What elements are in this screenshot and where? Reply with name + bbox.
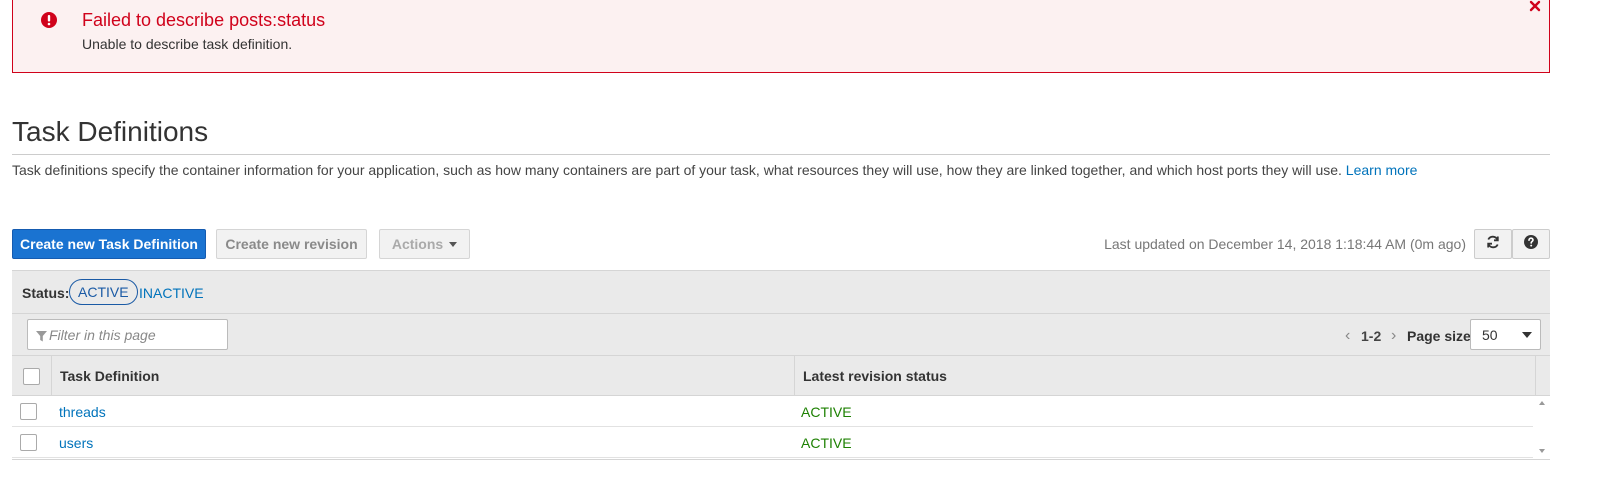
page-size-label: Page size [1407, 328, 1471, 344]
filter-box[interactable] [27, 319, 228, 350]
alert-title: Failed to describe posts:status [82, 10, 326, 30]
refresh-button[interactable] [1474, 229, 1512, 259]
table-scrollbar[interactable] [1536, 396, 1550, 458]
close-icon[interactable] [1529, 0, 1541, 12]
task-definition-link[interactable]: users [59, 435, 93, 451]
last-updated-text: Last updated on December 14, 2018 1:18:4… [1104, 236, 1466, 252]
task-definition-link[interactable]: threads [59, 404, 106, 420]
page-size-value: 50 [1482, 327, 1498, 343]
description-text: Task definitions specify the container i… [12, 162, 1342, 178]
alert-message: Unable to describe task definition. [82, 36, 293, 52]
learn-more-link[interactable]: Learn more [1346, 162, 1418, 178]
filter-icon [36, 329, 47, 342]
table-bottom-divider [12, 459, 1550, 460]
create-task-definition-button[interactable]: Create new Task Definition [12, 229, 206, 259]
row-checkbox[interactable] [20, 434, 37, 451]
page-description: Task definitions specify the container i… [12, 162, 1417, 178]
refresh-icon [1486, 235, 1500, 254]
revision-status: ACTIVE [801, 435, 852, 451]
table-header: Task Definition Latest revision status [12, 356, 1550, 396]
revision-status: ACTIVE [801, 404, 852, 420]
page-range: 1-2 [1361, 328, 1382, 344]
select-all-checkbox[interactable] [23, 367, 40, 385]
chevron-right-icon[interactable]: › [1391, 327, 1396, 345]
caret-down-icon [1522, 332, 1532, 338]
filter-input[interactable] [49, 320, 224, 349]
column-header-latest-revision-status[interactable]: Latest revision status [795, 356, 1536, 396]
error-icon [41, 12, 57, 28]
help-button[interactable] [1512, 229, 1550, 259]
page-title: Task Definitions [12, 116, 209, 147]
row-checkbox[interactable] [20, 403, 37, 420]
actions-dropdown-button[interactable]: Actions [379, 229, 470, 259]
column-header-task-definition[interactable]: Task Definition [52, 356, 795, 396]
help-icon [1524, 234, 1538, 254]
chevron-left-icon[interactable]: ‹ [1345, 327, 1350, 345]
page-size-select[interactable]: 50 [1470, 319, 1541, 350]
caret-down-icon [449, 241, 458, 247]
task-definitions-panel: Status: ACTIVE INACTIVE ‹ 1-2 › Page siz… [12, 270, 1550, 460]
status-filter-bar: Status: ACTIVE INACTIVE [12, 271, 1550, 314]
header-checkbox-cell [12, 356, 52, 396]
error-alert: Failed to describe posts:status Unable t… [12, 0, 1550, 73]
table-row: users ACTIVE [12, 427, 1533, 458]
actions-label: Actions [391, 236, 444, 252]
status-label: Status: [22, 285, 70, 301]
table-row: threads ACTIVE [12, 396, 1533, 427]
title-divider [12, 154, 1550, 155]
status-active-toggle[interactable]: ACTIVE [69, 279, 138, 305]
scroll-down-icon[interactable] [1539, 449, 1545, 453]
status-inactive-toggle[interactable]: INACTIVE [139, 285, 204, 301]
scroll-up-icon[interactable] [1539, 401, 1545, 405]
create-new-revision-button[interactable]: Create new revision [216, 229, 367, 259]
filter-bar: ‹ 1-2 › Page size 50 [12, 314, 1550, 356]
